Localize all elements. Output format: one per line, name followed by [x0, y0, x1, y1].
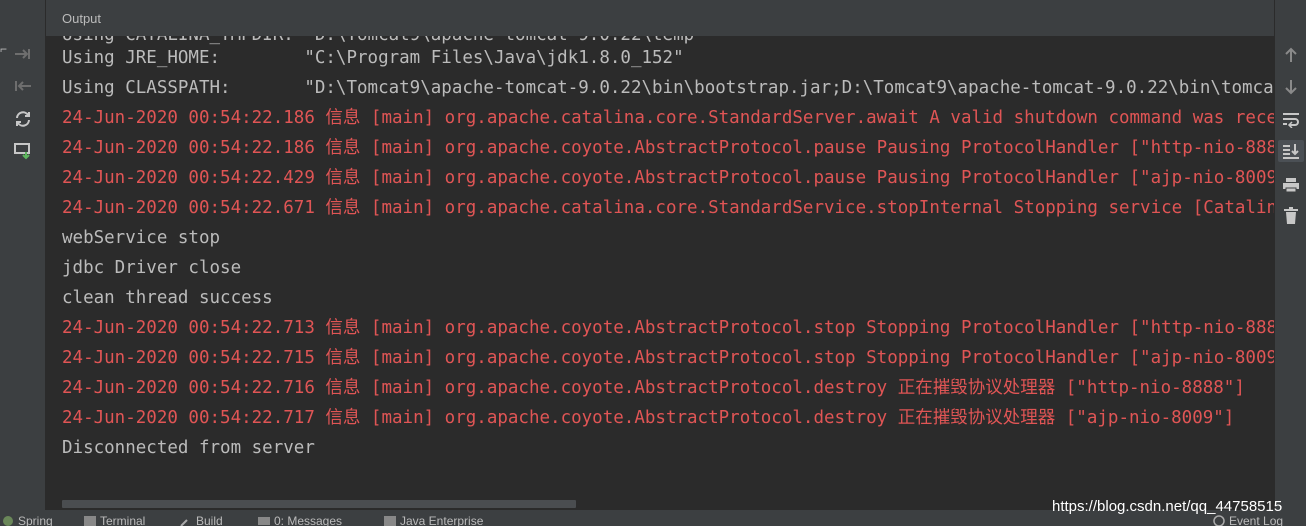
refresh-icon[interactable]	[10, 108, 36, 130]
log-line: 24-Jun-2020 00:54:22.186 信息 [main] org.a…	[62, 108, 1274, 128]
deploy-to-server-icon[interactable]	[10, 140, 36, 162]
tab-label: Terminal	[100, 514, 146, 526]
tab-build[interactable]: Build	[180, 514, 223, 526]
log-line: 24-Jun-2020 00:54:22.716 信息 [main] org.a…	[62, 378, 1245, 398]
deploy-arrow-icon[interactable]	[10, 43, 36, 65]
log-line: 24-Jun-2020 00:54:22.713 信息 [main] org.a…	[62, 318, 1274, 338]
console-output[interactable]: Using CATALINA_TMPDIR: "D:\Tomcat9\apach…	[46, 36, 1274, 498]
spring-icon	[2, 515, 14, 526]
log-line: 24-Jun-2020 00:54:22.186 信息 [main] org.a…	[62, 138, 1274, 158]
tab-event-log[interactable]: Event Log	[1213, 514, 1283, 526]
panel-title: Output	[62, 11, 102, 26]
tab-label: Build	[196, 514, 223, 526]
trash-icon[interactable]	[1278, 205, 1304, 227]
tab-spring[interactable]: Spring	[2, 514, 53, 526]
log-line: Disconnected from server	[62, 438, 315, 458]
log-line: jdbc Driver close	[62, 258, 242, 278]
tool-window-header: Output	[46, 0, 1274, 37]
log-line: 24-Jun-2020 00:54:22.429 信息 [main] org.a…	[62, 168, 1274, 188]
log-line: Using CLASSPATH: "D:\Tomcat9\apache-tomc…	[62, 78, 1274, 98]
messages-icon	[258, 515, 270, 526]
scrollbar-thumb[interactable]	[62, 500, 576, 508]
watermark: https://blog.csdn.net/qq_44758515	[1052, 498, 1283, 515]
right-toolbar	[1274, 0, 1306, 510]
log-line: clean thread success	[62, 288, 273, 308]
arrow-down-icon[interactable]	[1278, 76, 1304, 98]
soft-wrap-icon[interactable]	[1278, 109, 1304, 131]
log-line: webService stop	[62, 228, 221, 248]
log-line: 24-Jun-2020 00:54:22.715 信息 [main] org.a…	[62, 348, 1274, 368]
tab-terminal[interactable]: Terminal	[84, 514, 145, 526]
log-line: 24-Jun-2020 00:54:22.671 信息 [main] org.a…	[62, 198, 1274, 218]
tab-messages[interactable]: 0: Messages	[258, 514, 342, 526]
scroll-to-end-icon[interactable]	[1278, 140, 1304, 162]
tab-label: 0: Messages	[274, 514, 343, 526]
log-line: 24-Jun-2020 00:54:22.717 信息 [main] org.a…	[62, 408, 1235, 428]
print-icon[interactable]	[1278, 174, 1304, 196]
java-enterprise-icon	[384, 515, 396, 526]
edge-mark: ⌐	[0, 42, 8, 56]
tab-label: Spring	[18, 514, 53, 526]
log-line: Using CATALINA_TMPDIR: "D:\Tomcat9\apach…	[62, 36, 705, 46]
undeploy-arrow-icon[interactable]	[10, 75, 36, 97]
tab-java-enterprise[interactable]: Java Enterprise	[384, 514, 483, 526]
arrow-up-icon[interactable]	[1278, 44, 1304, 66]
tab-label: Event Log	[1229, 514, 1284, 526]
log-line: Using JRE_HOME: "C:\Program Files\Java\j…	[62, 48, 684, 68]
event-log-icon	[1213, 515, 1225, 526]
left-toolbar: ⌐	[0, 0, 46, 510]
tab-label: Java Enterprise	[400, 514, 484, 526]
build-icon	[180, 515, 192, 526]
terminal-icon	[84, 515, 96, 526]
